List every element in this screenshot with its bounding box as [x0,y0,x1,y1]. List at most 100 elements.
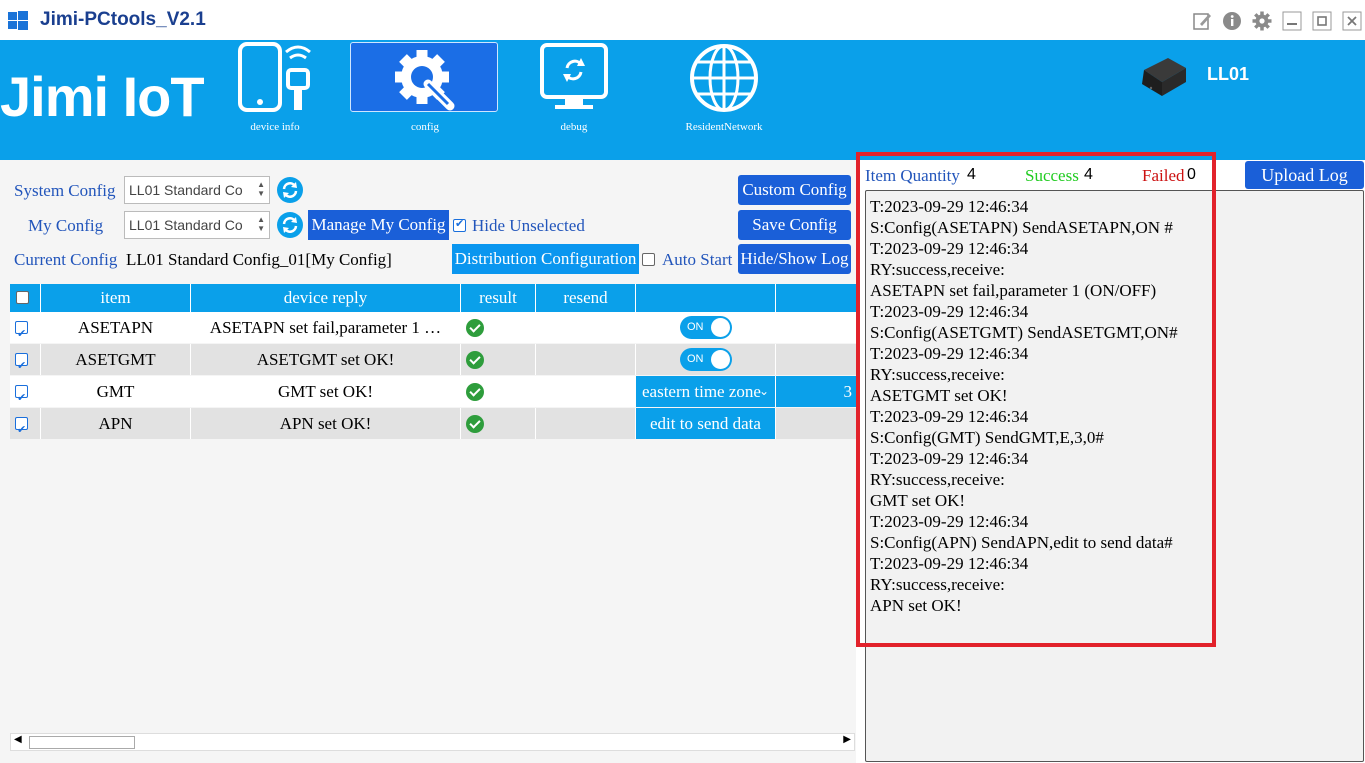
table-row[interactable]: APN APN set OK! edit to send data [10,408,856,439]
on-toggle[interactable]: ON [680,348,732,371]
nav-resident-network[interactable]: ResidentNetwork [649,40,799,160]
header-item: item [41,284,191,312]
log-line: GMT set OK! [870,491,966,510]
success-check-icon [466,318,484,337]
log-line: S:Config(ASETGMT) SendASETGMT,ON# [870,323,1178,342]
row-item: APN [41,408,191,439]
row-item: ASETGMT [41,344,191,375]
log-line: ASETGMT set OK! [870,386,1008,405]
table-row[interactable]: ASETAPN ASETAPN set fail,parameter 1 … O… [10,312,856,343]
row-param[interactable]: ON [636,312,776,343]
row-resend[interactable] [536,376,636,407]
device-image [1142,58,1186,96]
row-checkbox-cell[interactable] [10,344,41,375]
hide-unselected-label: Hide Unselected [472,216,585,235]
header-select-all[interactable] [10,284,41,312]
row-resend[interactable] [536,344,636,375]
nav-label: ResidentNetwork [685,121,763,133]
row-device-reply: ASETGMT set OK! [191,344,461,375]
nav-config[interactable]: config [350,40,500,160]
log-line: RY:success,receive: [870,260,1005,279]
settings-icon[interactable] [1252,11,1272,31]
current-config-value: LL01 Standard Config_01[My Config] [126,250,392,269]
upload-log-button[interactable]: Upload Log [1245,161,1364,189]
save-config-button[interactable]: Save Config [738,210,851,240]
system-config-select[interactable]: LL01 Standard Co ▲ ▼ [124,176,270,204]
success-check-icon [466,414,484,433]
item-quantity-label: Item Quantity [865,166,960,185]
my-config-select[interactable]: LL01 Standard Co ▲ ▼ [124,211,270,239]
row-resend[interactable] [536,312,636,343]
row-result [461,344,536,375]
system-config-label: System Config [14,181,116,200]
hide-unselected-checkbox[interactable] [453,217,466,232]
minimize-icon[interactable] [1282,11,1302,31]
brand-logo: Jimi IoT [0,65,205,128]
auto-start-checkbox[interactable] [642,253,655,266]
row-result [461,312,536,343]
scrollbar-thumb[interactable] [29,736,135,749]
log-line: T:2023-09-29 12:46:34 [870,302,1029,321]
current-config-label: Current Config [14,250,118,269]
row-resend[interactable] [536,408,636,439]
refresh-icon[interactable] [276,176,304,204]
row-device-reply: APN set OK! [191,408,461,439]
row-checkbox-cell[interactable] [10,312,41,343]
row-result [461,408,536,439]
refresh-icon[interactable] [276,211,304,239]
scroll-right-icon[interactable]: ▶ [843,734,851,745]
scroll-left-icon[interactable]: ◀ [14,734,22,745]
log-line: ASETAPN set fail,parameter 1 (ON/OFF) [870,281,1157,300]
row-device-reply: GMT set OK! [191,376,461,407]
nav-debug[interactable]: debug [499,40,649,160]
table-row[interactable]: GMT GMT set OK! eastern time zone ⌄ 3 [10,376,856,407]
hide-show-log-button[interactable]: Hide/Show Log [738,244,851,274]
log-panel: Item Quantity 4 Success 4 Failed 0 Uploa… [856,160,1365,763]
nav-device-info[interactable]: device info [200,40,350,160]
nav-label: config [410,121,440,133]
custom-config-button[interactable]: Custom Config [738,175,851,205]
log-textarea[interactable]: T:2023-09-29 12:46:34 S:Config(ASETAPN) … [865,190,1364,762]
header-result: result [461,284,536,312]
row-item: GMT [41,376,191,407]
edit-icon[interactable] [1192,11,1212,31]
row-extra [776,312,856,343]
info-icon[interactable] [1222,11,1242,31]
row-item: ASETAPN [41,312,191,343]
success-check-icon [466,350,484,369]
log-line: T:2023-09-29 12:46:34 [870,239,1029,258]
log-line: S:Config(APN) SendAPN,edit to send data# [870,533,1173,552]
header-extra [776,284,856,312]
apn-input[interactable]: edit to send data [636,408,776,439]
row-result [461,376,536,407]
phone-device-icon [238,42,311,112]
item-quantity-value: 4 [967,166,976,183]
table-row[interactable]: ASETGMT ASETGMT set OK! ON [10,344,856,375]
log-line: T:2023-09-29 12:46:34 [870,344,1029,363]
log-line: S:Config(GMT) SendGMT,E,3,0# [870,428,1104,447]
horizontal-scrollbar[interactable]: ◀ ▶ [10,733,855,751]
row-checkbox-cell[interactable] [10,376,41,407]
row-extra[interactable]: 3 [776,376,856,407]
on-toggle[interactable]: ON [680,316,732,339]
maximize-icon[interactable] [1312,11,1332,31]
log-line: S:Config(ASETAPN) SendASETAPN,ON # [870,218,1173,237]
header-device-reply: device reply [191,284,461,312]
config-panel: System Config LL01 Standard Co ▲ ▼ Custom… [0,160,856,763]
log-line: T:2023-09-29 12:46:34 [870,197,1029,216]
row-param[interactable]: ON [636,344,776,375]
close-icon[interactable] [1342,11,1362,31]
failed-label: Failed [1142,166,1185,185]
log-line: T:2023-09-29 12:46:34 [870,554,1029,573]
device-name: LL01 [1207,64,1250,84]
log-line: T:2023-09-29 12:46:34 [870,449,1029,468]
my-config-label: My Config [28,216,104,235]
distribution-configuration-button[interactable]: Distribution Configuration [452,244,639,274]
row-checkbox-cell[interactable] [10,408,41,439]
app-title: Jimi-PCtools_V2.1 [40,9,206,30]
timezone-select[interactable]: eastern time zone ⌄ [636,376,776,407]
log-line: T:2023-09-29 12:46:34 [870,512,1029,531]
manage-my-config-button[interactable]: Manage My Config [308,210,449,240]
chevron-down-icon: ⌄ [758,384,769,398]
title-bar: Jimi-PCtools_V2.1 [0,0,1365,40]
